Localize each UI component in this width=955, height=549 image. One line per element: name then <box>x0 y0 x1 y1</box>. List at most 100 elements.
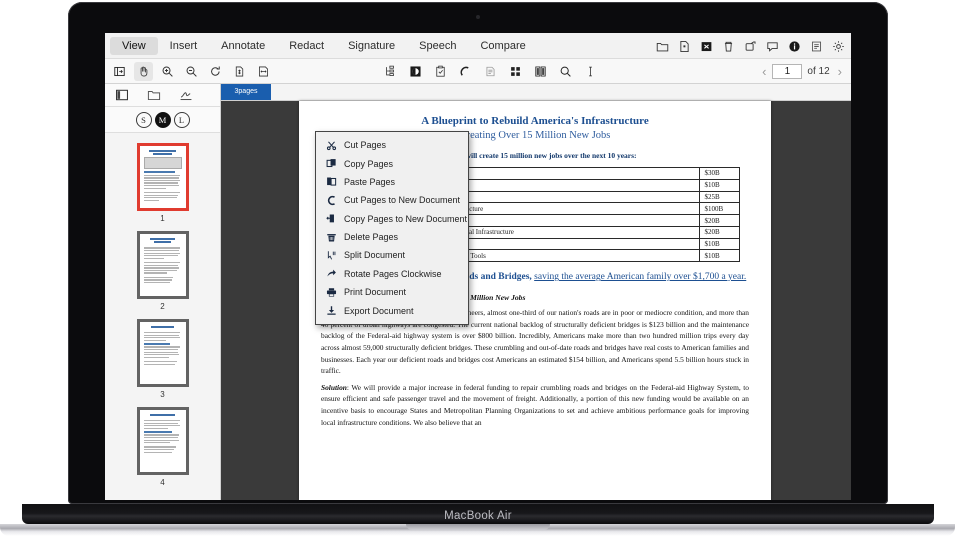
thumb-size-large[interactable]: L <box>173 111 190 128</box>
context-menu-item-paste-pages[interactable]: Paste Pages <box>316 173 468 191</box>
context-menu-item-print-document[interactable]: Print Document <box>316 283 468 301</box>
context-menu-label: Split Document <box>344 250 406 261</box>
thumbnail-page-1[interactable] <box>136 143 189 211</box>
thumbnail-item[interactable]: 3 <box>105 319 220 399</box>
context-menu-label: Rotate Pages Clockwise <box>344 268 442 279</box>
laptop-notch <box>405 524 550 530</box>
thumbnail-number: 4 <box>160 478 165 487</box>
thumbnail-item[interactable]: 4 <box>105 407 220 487</box>
context-menu-item-copy-pages-to-new-document[interactable]: Copy Pages to New Document <box>316 210 468 228</box>
table-cell-right: $20B <box>699 214 741 227</box>
main-toolbar: ‹ 1 of 12 › <box>105 59 851 84</box>
context-menu-item-cut-pages[interactable]: Cut Pages <box>316 136 468 154</box>
properties-icon[interactable] <box>810 40 823 53</box>
delete-icon[interactable] <box>722 40 735 53</box>
table-cell-right: $10B <box>699 178 741 192</box>
toggle-sidebar-icon[interactable] <box>110 62 129 81</box>
copy-to-new-icon <box>325 213 337 225</box>
rotate-arc-icon[interactable] <box>456 62 475 81</box>
settings-gear-icon[interactable] <box>832 40 845 53</box>
context-menu-item-export-document[interactable]: Export Document <box>316 301 468 319</box>
device-label: MacBook Air <box>444 510 512 522</box>
new-file-icon[interactable] <box>678 40 691 53</box>
page-navigation: ‹ 1 of 12 › <box>759 59 845 84</box>
ribbon-tab-speech[interactable]: Speech <box>407 37 468 55</box>
bookmarks-panel-tab[interactable] <box>146 87 162 103</box>
info-icon[interactable] <box>788 40 801 53</box>
webcam-icon <box>476 15 480 19</box>
context-menu-label: Copy Pages to New Document <box>344 213 468 224</box>
ribbon-tab-bar: View Insert Annotate Redact Signature Sp… <box>105 33 851 59</box>
table-cell-right: $10B <box>699 237 741 251</box>
context-menu-item-delete-pages[interactable]: Delete Pages <box>316 228 468 246</box>
open-folder-icon[interactable] <box>656 40 669 53</box>
comment-icon[interactable] <box>766 40 779 53</box>
pdf-paragraph-2: Solution: We will provide a major increa… <box>321 382 749 428</box>
signatures-panel-tab[interactable] <box>178 87 194 103</box>
toolbar-left-group <box>110 61 273 81</box>
form-fill-icon[interactable] <box>431 62 450 81</box>
toolbar-middle-group <box>381 59 600 84</box>
ribbon-tab-view[interactable]: View <box>110 36 158 55</box>
page-context-menu[interactable]: Cut Pages Copy Pages Paste Pages Cut Pag… <box>315 131 469 325</box>
replace-icon[interactable] <box>744 40 757 53</box>
hand-tool-icon[interactable] <box>134 61 153 81</box>
page-number-input[interactable]: 1 <box>772 64 803 79</box>
fit-page-icon[interactable] <box>230 62 249 81</box>
prev-page-button[interactable]: ‹ <box>759 64 769 79</box>
thumbnail-item[interactable]: 2 <box>105 231 220 311</box>
ribbon-tab-redact[interactable]: Redact <box>277 37 336 55</box>
next-page-button[interactable]: › <box>835 64 845 79</box>
thumbnail-size-selector: S M L <box>105 107 220 133</box>
pdf-title: A Blueprint to Rebuild America's Infrast… <box>421 115 649 127</box>
zoom-in-icon[interactable] <box>158 62 177 81</box>
table-cell-right: $30B <box>699 167 741 180</box>
close-file-icon[interactable] <box>700 40 713 53</box>
ribbon-tab-compare[interactable]: Compare <box>468 37 537 55</box>
grid-view-icon[interactable] <box>506 62 525 81</box>
thumbnail-list[interactable]: 1 2 3 4 <box>105 133 220 500</box>
left-sidebar: S M L 1 2 3 4 <box>105 84 221 500</box>
thumbnails-panel-tab[interactable] <box>114 87 130 103</box>
table-cell-right: $10B <box>699 249 741 263</box>
context-menu-item-copy-pages[interactable]: Copy Pages <box>316 154 468 172</box>
context-menu-item-split-document[interactable]: Split Document <box>316 246 468 264</box>
two-page-view-icon[interactable] <box>531 62 550 81</box>
pdf-editor-app: View Insert Annotate Redact Signature Sp… <box>105 33 851 500</box>
fit-width-icon[interactable] <box>254 62 273 81</box>
search-icon[interactable] <box>556 62 575 81</box>
document-area: 3pages A Blueprint to Rebuild America's … <box>221 84 851 500</box>
context-menu-item-cut-pages-to-new-document[interactable]: Cut Pages to New Document <box>316 191 468 209</box>
app-body: S M L 1 2 3 4 3pages A Blueprint to Rebu… <box>105 84 851 500</box>
document-tab-3pages[interactable]: 3pages <box>221 84 271 100</box>
thumbnail-page-3[interactable] <box>136 319 189 387</box>
thumbnail-number: 3 <box>160 390 165 399</box>
rotate-clockwise-icon[interactable] <box>206 62 225 81</box>
thumb-size-small[interactable]: S <box>135 111 152 128</box>
pdf-heading-underlined-text: saving the average American family over … <box>534 272 747 283</box>
context-menu-label: Export Document <box>344 305 414 316</box>
thumbnail-page-4[interactable] <box>136 407 189 475</box>
outline-tree-icon[interactable] <box>381 62 400 81</box>
zoom-out-icon[interactable] <box>182 62 201 81</box>
contrast-icon[interactable] <box>406 62 425 81</box>
thumbnail-page-2[interactable] <box>136 231 189 299</box>
ribbon-tab-annotate[interactable]: Annotate <box>209 37 277 55</box>
thumbnail-number: 1 <box>160 214 165 223</box>
thumbnail-item[interactable]: 1 <box>105 143 220 223</box>
context-menu-label: Print Document <box>344 287 407 298</box>
single-page-icon[interactable] <box>481 62 500 81</box>
sidebar-panel-tabs <box>105 84 220 107</box>
copy-icon <box>325 158 337 170</box>
scissors-icon <box>325 139 337 151</box>
ribbon-tab-signature[interactable]: Signature <box>336 37 407 55</box>
pdf-canvas[interactable]: A Blueprint to Rebuild America's Infrast… <box>221 101 851 500</box>
ribbon-tab-insert[interactable]: Insert <box>158 37 210 55</box>
thumb-size-medium[interactable]: M <box>154 111 171 128</box>
context-menu-label: Cut Pages to New Document <box>344 195 461 206</box>
page-total-label: of 12 <box>807 66 830 77</box>
context-menu-item-rotate-pages-clockwise[interactable]: Rotate Pages Clockwise <box>316 265 468 283</box>
laptop-mockup: View Insert Annotate Redact Signature Sp… <box>0 0 955 549</box>
text-select-icon[interactable] <box>581 62 600 81</box>
thumbnail-number: 2 <box>160 302 165 311</box>
